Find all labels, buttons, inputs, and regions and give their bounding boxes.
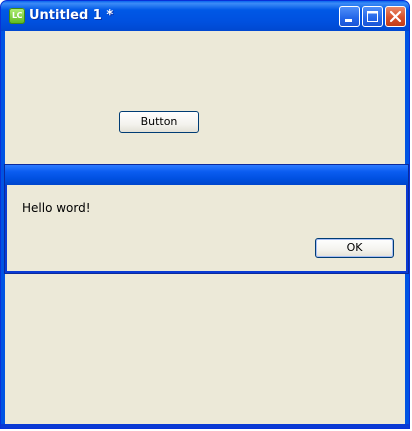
app-logo-icon: LC — [9, 8, 25, 24]
window-bottom-border — [1, 424, 409, 428]
maximize-button[interactable] — [362, 6, 383, 27]
close-icon — [389, 10, 402, 23]
maximize-icon — [367, 11, 378, 22]
dialog-titlebar[interactable] — [5, 165, 408, 185]
form-button[interactable]: Button — [119, 111, 199, 133]
dialog-message: Hello word! — [22, 201, 91, 215]
close-button[interactable] — [385, 6, 406, 27]
minimize-icon — [345, 19, 352, 22]
minimize-button[interactable] — [339, 6, 360, 27]
message-dialog: Hello word! OK — [4, 164, 409, 274]
window-title: Untitled 1 * — [29, 8, 114, 23]
dialog-body: Hello word! OK — [7, 185, 406, 271]
window-titlebar[interactable]: LC Untitled 1 * — [1, 1, 409, 31]
ok-button[interactable]: OK — [315, 238, 394, 258]
